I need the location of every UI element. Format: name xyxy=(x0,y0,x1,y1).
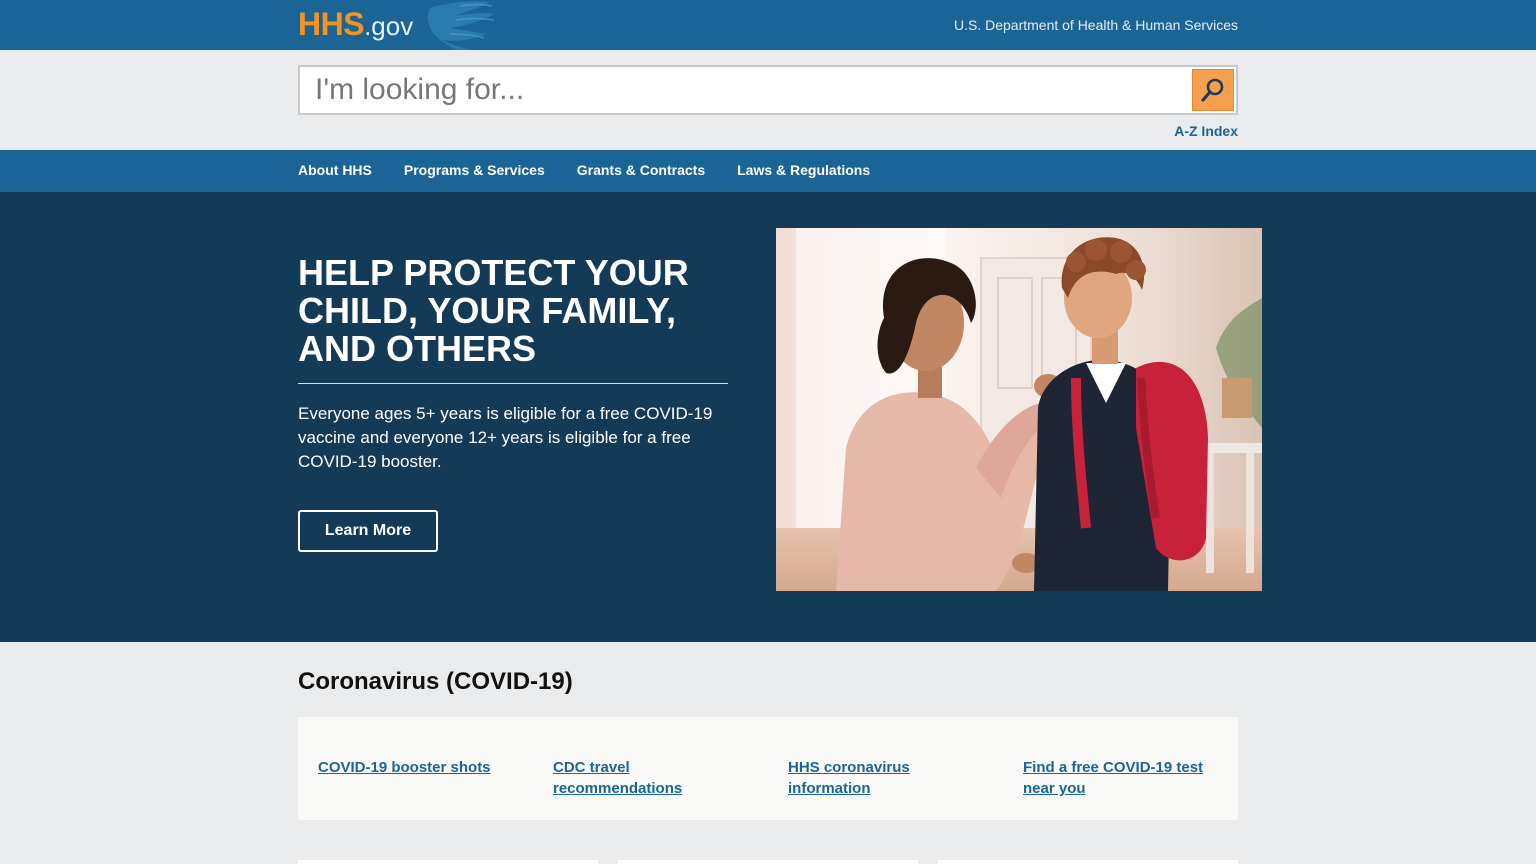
department-name: U.S. Department of Health & Human Servic… xyxy=(953,17,1238,33)
search-section: A-Z Index xyxy=(0,50,1536,150)
search-button[interactable] xyxy=(1192,69,1234,111)
feature-card xyxy=(938,860,1238,864)
hero-photo-mother-and-son xyxy=(776,228,1262,591)
nav-item-about-hhs[interactable]: About HHS xyxy=(298,150,372,192)
hhs-logo[interactable]: HHS .gov xyxy=(298,6,413,46)
nav-item-programs-services[interactable]: Programs & Services xyxy=(404,150,545,192)
logo-gov-text: .gov xyxy=(364,11,414,41)
nav-list: About HHS Programs & Services Grants & C… xyxy=(298,150,902,192)
nav-item-grants-contracts[interactable]: Grants & Contracts xyxy=(577,150,705,192)
az-index-link[interactable]: A-Z Index xyxy=(1174,123,1238,139)
hero-title: HELP PROTECT YOUR CHILD, YOUR FAMILY, AN… xyxy=(298,252,689,369)
hhs-coronavirus-information-link[interactable]: HHS coronavirus information xyxy=(788,757,988,799)
search-icon xyxy=(1201,78,1224,102)
search-input[interactable] xyxy=(300,67,1180,113)
search-box xyxy=(298,65,1238,115)
covid-booster-shots-link[interactable]: COVID-19 booster shots xyxy=(318,757,518,778)
hero-banner: HELP PROTECT YOUR CHILD, YOUR FAMILY, AN… xyxy=(0,192,1536,642)
main-navigation: About HHS Programs & Services Grants & C… xyxy=(0,150,1536,192)
find-covid-test-link[interactable]: Find a free COVID-19 test near you xyxy=(1023,757,1223,799)
site-header: HHS .gov U.S. Department of Health & Hum… xyxy=(0,0,1536,50)
covid-links-panel: COVID-19 booster shots CDC travel recomm… xyxy=(298,717,1238,820)
feature-card xyxy=(618,860,918,864)
cdc-travel-recommendations-link[interactable]: CDC travel recommendations xyxy=(553,757,753,799)
covid-section-title: Coronavirus (COVID-19) xyxy=(298,668,573,695)
hero-description: Everyone ages 5+ years is eligible for a… xyxy=(298,404,713,471)
hero-divider xyxy=(298,383,728,384)
feature-card xyxy=(298,860,598,864)
nav-item-laws-regulations[interactable]: Laws & Regulations xyxy=(737,150,870,192)
eagle-emblem-icon xyxy=(427,1,495,50)
learn-more-button[interactable]: Learn More xyxy=(298,510,438,552)
logo-hhs-text: HHS xyxy=(298,6,365,42)
